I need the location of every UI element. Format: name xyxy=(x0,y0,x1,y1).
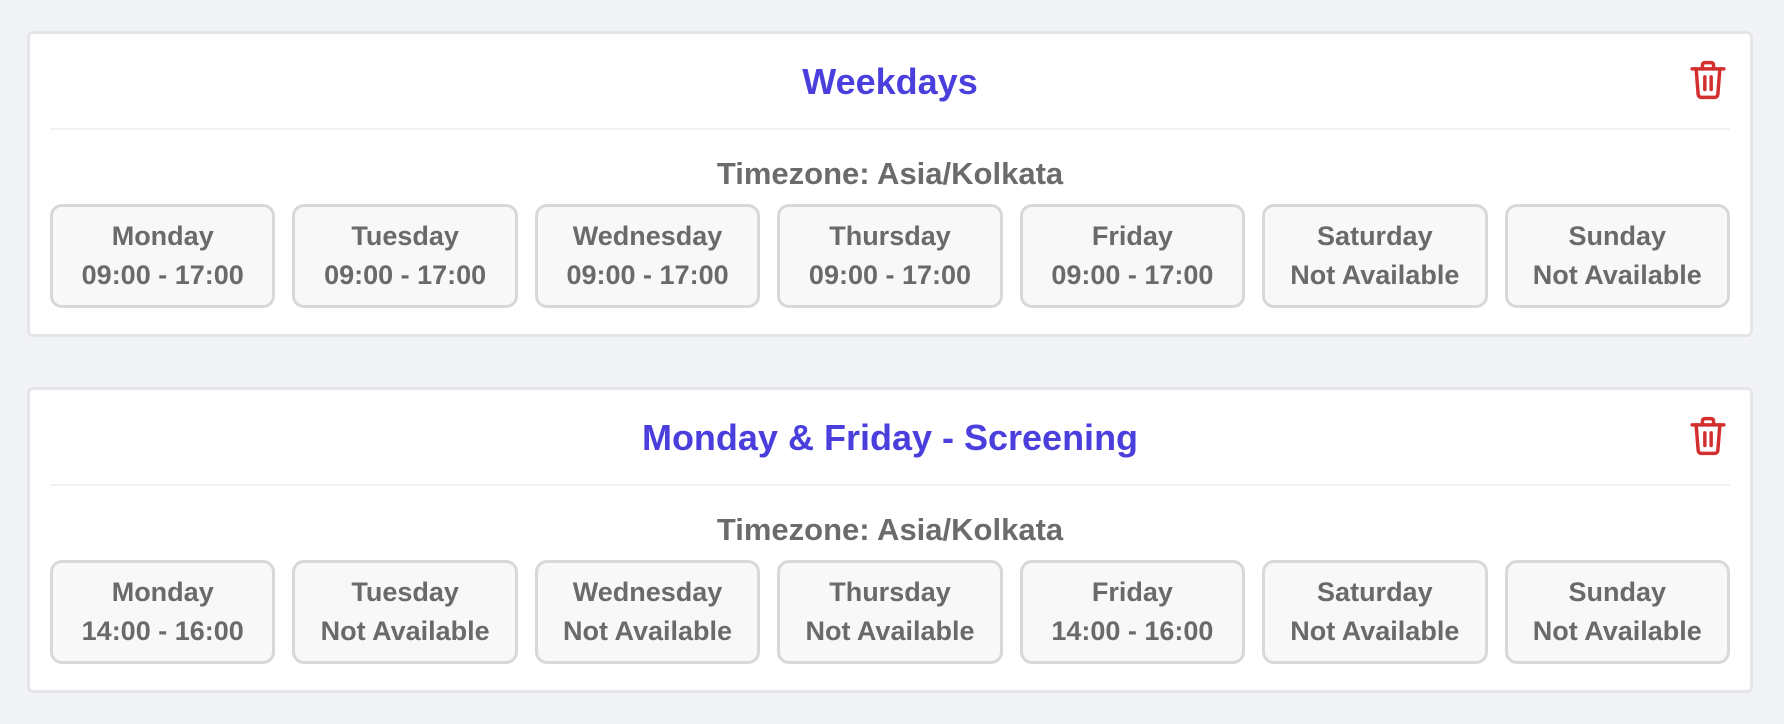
day-slot-sunday[interactable]: Sunday Not Available xyxy=(1504,204,1730,308)
day-slot-wednesday[interactable]: Wednesday Not Available xyxy=(534,560,761,664)
day-name: Sunday xyxy=(1568,577,1666,607)
delete-schedule-button[interactable] xyxy=(1688,58,1728,102)
timezone-label: Timezone: Asia/Kolkata xyxy=(716,156,1064,191)
day-name: Monday xyxy=(111,221,214,251)
day-slot-monday[interactable]: Monday 14:00 - 16:00 xyxy=(50,560,276,664)
trash-icon xyxy=(1690,60,1726,100)
days-row: Monday 09:00 - 17:00 Tuesday 09:00 - 17:… xyxy=(50,204,1730,308)
day-hours: 09:00 - 17:00 xyxy=(1051,260,1214,290)
day-slot-thursday[interactable]: Thursday 09:00 - 17:00 xyxy=(777,204,1003,308)
day-hours: Not Available xyxy=(1290,616,1460,646)
timezone-label: Timezone: Asia/Kolkata xyxy=(716,512,1064,547)
day-slot-saturday[interactable]: Saturday Not Available xyxy=(1262,204,1488,308)
day-hours: 09:00 - 17:00 xyxy=(808,260,972,290)
day-hours: Not Available xyxy=(805,616,975,646)
day-hours: 14:00 - 16:00 xyxy=(81,616,244,646)
day-name: Friday xyxy=(1091,221,1173,251)
day-name: Sunday xyxy=(1568,221,1666,251)
day-hours: 14:00 - 16:00 xyxy=(1051,616,1214,646)
day-slot-saturday[interactable]: Saturday Not Available xyxy=(1262,560,1488,664)
schedule-card-header: Monday & Friday - Screening xyxy=(50,390,1730,486)
day-name: Wednesday xyxy=(572,221,723,251)
schedule-title: Monday & Friday - Screening xyxy=(641,417,1139,458)
day-slot-friday[interactable]: Friday 09:00 - 17:00 xyxy=(1019,204,1246,308)
day-slot-sunday[interactable]: Sunday Not Available xyxy=(1504,560,1730,664)
day-slot-tuesday[interactable]: Tuesday 09:00 - 17:00 xyxy=(292,204,518,308)
day-hours: 09:00 - 17:00 xyxy=(566,260,729,290)
delete-schedule-button[interactable] xyxy=(1688,414,1728,458)
day-name: Saturday xyxy=(1317,221,1433,251)
day-hours: Not Available xyxy=(563,616,733,646)
day-hours: Not Available xyxy=(1532,260,1702,290)
day-name: Thursday xyxy=(829,221,951,251)
day-name: Thursday xyxy=(829,577,951,607)
day-slot-tuesday[interactable]: Tuesday Not Available xyxy=(292,560,518,664)
day-name: Saturday xyxy=(1317,577,1433,607)
day-name: Monday xyxy=(111,577,214,607)
schedule-card: Weekdays Timezone: Asia/Kolkata Monday 0… xyxy=(27,31,1753,337)
schedule-card-header: Weekdays xyxy=(50,34,1730,130)
trash-icon xyxy=(1690,416,1726,456)
day-hours: Not Available xyxy=(320,616,490,646)
day-name: Friday xyxy=(1091,577,1173,607)
day-slot-thursday[interactable]: Thursday Not Available xyxy=(777,560,1003,664)
day-hours: Not Available xyxy=(1290,260,1460,290)
day-name: Tuesday xyxy=(351,221,459,251)
day-hours: Not Available xyxy=(1532,616,1702,646)
schedule-title: Weekdays xyxy=(802,61,978,102)
day-slot-friday[interactable]: Friday 14:00 - 16:00 xyxy=(1019,560,1246,664)
days-row: Monday 14:00 - 16:00 Tuesday Not Availab… xyxy=(50,560,1730,664)
day-hours: 09:00 - 17:00 xyxy=(81,260,244,290)
day-slot-monday[interactable]: Monday 09:00 - 17:00 xyxy=(50,204,276,308)
day-hours: 09:00 - 17:00 xyxy=(324,260,487,290)
schedule-card: Monday & Friday - Screening Timezone: As… xyxy=(27,387,1753,693)
day-slot-wednesday[interactable]: Wednesday 09:00 - 17:00 xyxy=(534,204,761,308)
day-name: Tuesday xyxy=(351,577,459,607)
day-name: Wednesday xyxy=(572,577,723,607)
